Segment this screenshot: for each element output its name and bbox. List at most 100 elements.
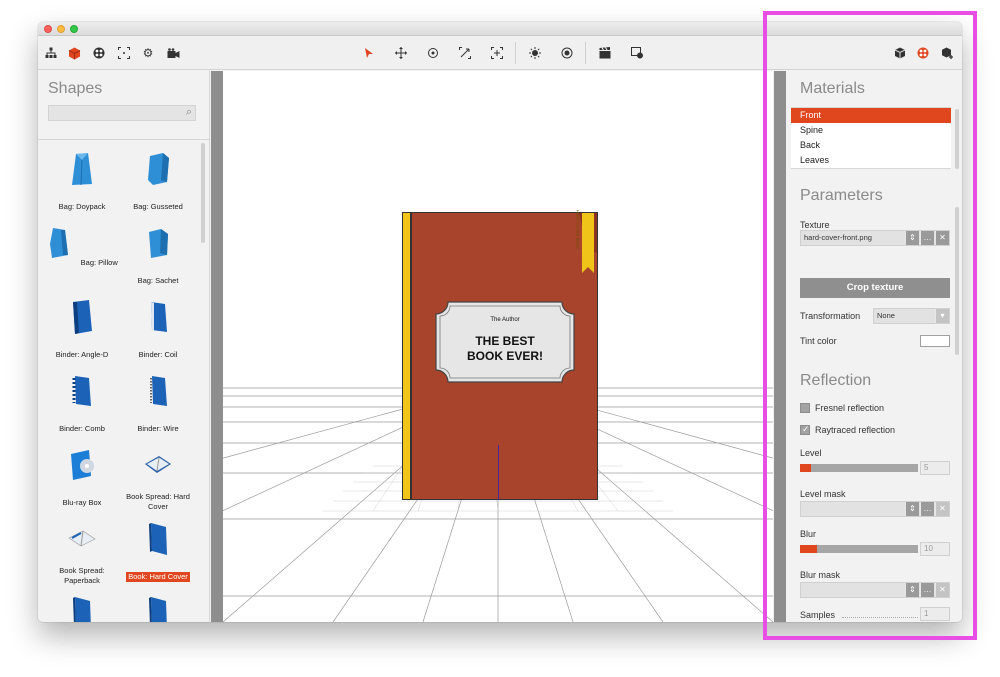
environment-icon[interactable] (558, 44, 576, 62)
book-hard-cover-icon (149, 523, 167, 555)
scale-icon[interactable] (456, 44, 474, 62)
texture-clear-button[interactable]: ✕ (935, 231, 949, 245)
book-spread-hard-cover-icon (145, 456, 171, 473)
shape-item-book-spread-hard-cover[interactable]: Book Spread: Hard Cover (120, 446, 196, 514)
bag-pillow-icon (50, 228, 69, 258)
materials-scrollbar[interactable] (955, 109, 959, 169)
shape-item-binder-coil[interactable]: Binder: Coil (120, 298, 196, 362)
toolbar: ⚙ (38, 36, 962, 70)
toolbar-separator (585, 42, 586, 64)
texture-stepper-icon[interactable]: ⇕ (905, 231, 919, 245)
close-window-button[interactable] (44, 25, 52, 33)
blur-value[interactable]: 10 (920, 542, 950, 556)
fresnel-checkbox[interactable] (800, 403, 810, 413)
frame-icon[interactable] (115, 44, 133, 62)
blur-mask-clear-button[interactable]: ✕ (935, 583, 949, 597)
checkmark-icon: ✓ (802, 424, 810, 434)
clapperboard-icon[interactable] (596, 44, 614, 62)
transformation-value: None (877, 311, 895, 320)
book-model[interactable]: HARD COVER BOOK The Author THE BEST BOOK… (402, 209, 598, 500)
title-bar (38, 22, 962, 36)
chevron-down-icon[interactable]: ▾ (935, 309, 949, 323)
tint-color-label: Tint color (800, 336, 837, 346)
shape-label: Bag: Sachet (137, 276, 179, 285)
blur-slider[interactable] (800, 545, 918, 553)
shape-item-bag-doypack[interactable]: Bag: Doypack (44, 150, 120, 214)
hierarchy-icon[interactable] (42, 44, 60, 62)
camera-icon[interactable] (164, 44, 182, 62)
crop-texture-button[interactable]: Crop texture (800, 278, 950, 298)
add-object-icon[interactable] (938, 44, 956, 62)
texture-value: hard-cover-front.png (804, 233, 872, 242)
raytraced-label: Raytraced reflection (815, 425, 896, 435)
shape-label: Bag: Pillow (80, 258, 118, 267)
select-arrow-icon[interactable] (360, 44, 378, 62)
material-item-front[interactable]: Front (791, 108, 951, 123)
settings-gear-icon[interactable]: ⚙ (139, 44, 157, 62)
samples-value[interactable]: 1 (920, 607, 950, 621)
texture-field[interactable]: hard-cover-front.png ⇕ … ✕ (800, 230, 950, 246)
minimize-window-button[interactable] (57, 25, 65, 33)
right-splitter[interactable] (774, 71, 786, 622)
materials-ball-icon[interactable] (90, 44, 108, 62)
shape-item-book-spread-paperback[interactable]: Book Spread: Paperback (44, 520, 120, 588)
blu-ray-box-icon (71, 450, 94, 480)
materials-panel: Materials Front Spine Back Leaves Parame… (788, 71, 962, 622)
material-item-spine[interactable]: Spine (791, 123, 951, 138)
shape-item-book-hard-cover[interactable]: Book: Hard Cover (120, 520, 196, 584)
level-mask-browse-button[interactable]: … (920, 502, 934, 516)
shape-label: Binder: Comb (59, 424, 105, 433)
shape-item-bag-gusseted[interactable]: Bag: Gusseted (120, 150, 196, 214)
fit-view-icon[interactable] (488, 44, 506, 62)
book-cover: HARD COVER BOOK The Author THE BEST BOOK… (411, 209, 598, 500)
shapes-cube-icon[interactable] (65, 44, 83, 62)
blur-mask-stepper-icon[interactable]: ⇕ (905, 583, 919, 597)
transformation-label: Transformation (800, 311, 861, 321)
material-ball-active-icon[interactable] (914, 44, 932, 62)
object-cube-icon[interactable] (891, 44, 909, 62)
parameters-title: Parameters (800, 187, 883, 204)
shape-item-partial[interactable] (120, 594, 196, 622)
ribbon-text: HARD COVER BOOK (575, 209, 581, 250)
shape-item-binder-comb[interactable]: Binder: Comb (44, 372, 120, 436)
texture-browse-button[interactable]: … (920, 231, 934, 245)
render-icon[interactable] (628, 44, 646, 62)
shapes-search-input[interactable]: ⌕ (48, 105, 196, 121)
rotate-icon[interactable] (424, 44, 442, 62)
shape-label-selected: Book: Hard Cover (126, 572, 190, 582)
level-mask-stepper-icon[interactable]: ⇕ (905, 502, 919, 516)
move-icon[interactable] (392, 44, 410, 62)
app-window: ⚙ Shapes ⌕ Bag: Doypack Bag: Gusseted Ba… (38, 22, 962, 622)
zoom-window-button[interactable] (70, 25, 78, 33)
raytraced-checkbox[interactable]: ✓ (800, 424, 810, 435)
level-mask-field[interactable]: ⇕ … ✕ (800, 501, 950, 517)
parameters-scrollbar[interactable] (955, 207, 959, 355)
shape-label: Binder: Angle-D (55, 350, 109, 359)
bag-gusseted-icon (148, 153, 169, 185)
level-slider-fill (800, 464, 811, 472)
tint-color-swatch[interactable] (920, 335, 950, 347)
shape-item-binder-wire[interactable]: Binder: Wire (120, 372, 196, 436)
level-mask-clear-button[interactable]: ✕ (935, 502, 949, 516)
fresnel-label: Fresnel reflection (815, 403, 885, 413)
shape-item-bag-pillow[interactable]: Bag: Pillow (44, 224, 120, 270)
blur-mask-browse-button[interactable]: … (920, 583, 934, 597)
shape-item-binder-angle-d[interactable]: Binder: Angle-D (44, 298, 120, 362)
level-value[interactable]: 5 (920, 461, 950, 475)
book-spread-paperback-icon (68, 530, 96, 547)
material-item-leaves[interactable]: Leaves (791, 153, 951, 168)
shape-item-bag-sachet[interactable]: Bag: Sachet (120, 224, 196, 288)
shape-label: Binder: Wire (137, 424, 179, 433)
shape-item-partial[interactable] (44, 594, 120, 622)
shape-label: Book Spread: Paperback (59, 566, 105, 585)
shape-label: Bag: Gusseted (133, 202, 183, 211)
shapes-scrollbar[interactable] (201, 143, 205, 243)
level-slider[interactable] (800, 464, 918, 472)
blur-mask-field[interactable]: ⇕ … ✕ (800, 582, 950, 598)
left-splitter[interactable] (211, 71, 223, 622)
3d-viewport[interactable]: HARD COVER BOOK The Author THE BEST BOOK… (223, 71, 773, 622)
transformation-select[interactable]: None ▾ (873, 308, 950, 324)
light-bulb-icon[interactable] (526, 44, 544, 62)
material-item-back[interactable]: Back (791, 138, 951, 153)
shape-item-blu-ray-box[interactable]: Blu-ray Box (44, 446, 120, 510)
